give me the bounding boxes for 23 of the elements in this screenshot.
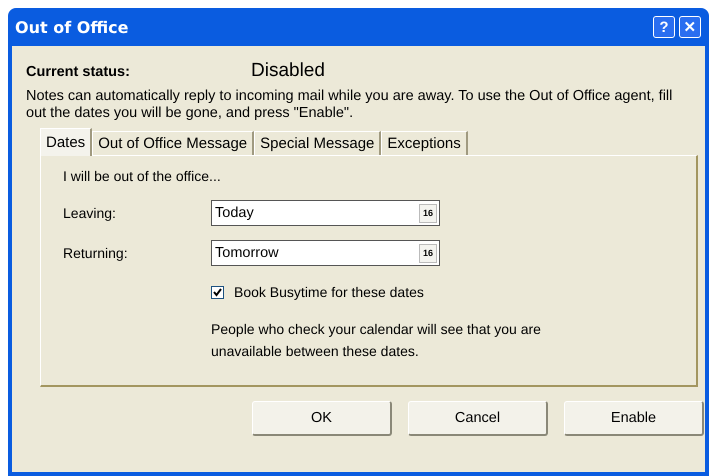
date-field[interactable]: Today 16 [211,200,440,226]
calendar-note: People who check your calendar will see that you are unavailable between these dates. [211,320,542,361]
intro-text: Notes can automatically reply to incoming mail while you are away. To use the Out of Office agent, fill out the dates you will be gone, and press "Enable". [26,88,674,122]
help-button[interactable]: ? [653,16,675,38]
calendar-button[interactable]: 16 [419,204,437,222]
dialog-button[interactable]: Cancel [408,401,548,436]
field-label: Leaving: [63,205,117,221]
tab[interactable]: Exceptions [381,131,468,155]
checkbox-label: Book Busytime for these dates [234,284,424,300]
dialog-button[interactable]: Enable [564,401,704,436]
status-label: Current status: [26,64,131,80]
panel-heading: I will be out of the office... [63,168,221,184]
window-title: Out of Office [15,18,130,36]
date-field[interactable]: Tomorrow 16 [211,240,440,266]
tab[interactable]: Out of Office Message [92,131,254,155]
dialog-button[interactable]: OK [252,401,392,436]
calendar-button[interactable]: 16 [419,244,437,262]
field-label: Returning: [63,245,129,261]
tab[interactable]: Dates [40,128,92,156]
status-value: Disabled [251,60,325,82]
checkbox[interactable] [211,286,224,298]
tab[interactable]: Special Message [254,131,382,155]
close-button[interactable]: ✕ [679,16,701,38]
